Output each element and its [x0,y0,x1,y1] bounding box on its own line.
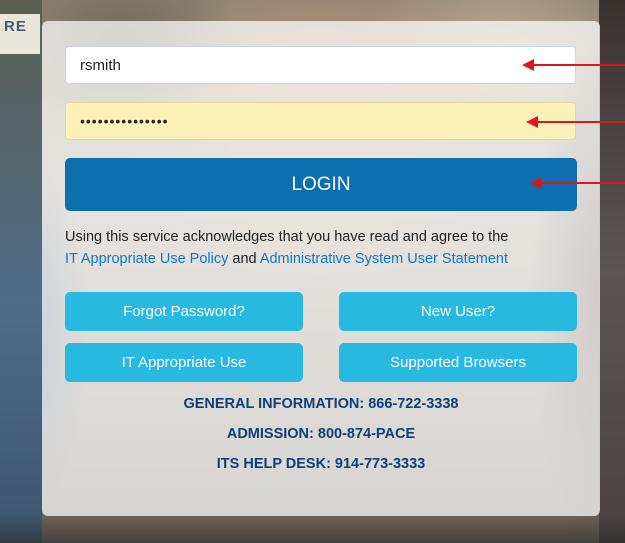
password-mask: ••••••••••••••• [80,113,169,129]
acknowledgement-lead: Using this service acknowledges that you… [65,229,509,245]
background-bottom-shade [0,513,625,543]
username-input[interactable]: rsmith [65,46,576,84]
username-value: rsmith [80,56,121,74]
new-user-label: New User? [420,303,496,320]
supported-browsers-button[interactable]: Supported Browsers [339,343,577,382]
annotation-arrow-login [530,177,625,189]
supported-browsers-label: Supported Browsers [390,354,526,371]
annotation-arrow-password [526,116,625,128]
administrative-system-user-statement-link[interactable]: Administrative System User Statement [260,251,508,267]
background-right-figure [599,0,625,543]
forgot-password-label: Forgot Password? [123,303,245,320]
acknowledgement-text: Using this service acknowledges that you… [65,226,585,270]
login-button-label: LOGIN [291,173,351,195]
it-appropriate-use-policy-link[interactable]: IT Appropriate Use Policy [65,251,228,267]
it-appropriate-use-label: IT Appropriate Use [121,354,247,371]
forgot-password-button[interactable]: Forgot Password? [65,292,303,331]
background-left-figure [0,0,42,543]
background-sign: RE [0,14,40,54]
password-input[interactable]: ••••••••••••••• [65,102,576,140]
login-button[interactable]: LOGIN [65,158,577,211]
new-user-button[interactable]: New User? [339,292,577,331]
help-desk-line: ITS HELP DESK: 914-773-3333 [216,456,426,472]
it-appropriate-use-button[interactable]: IT Appropriate Use [65,343,303,382]
admission-line: ADMISSION: 800-874-PACE [226,426,416,442]
annotation-arrow-username [522,59,625,71]
acknowledgement-conjunction: and [232,251,257,267]
general-information-line: GENERAL INFORMATION: 866-722-3338 [183,396,459,412]
